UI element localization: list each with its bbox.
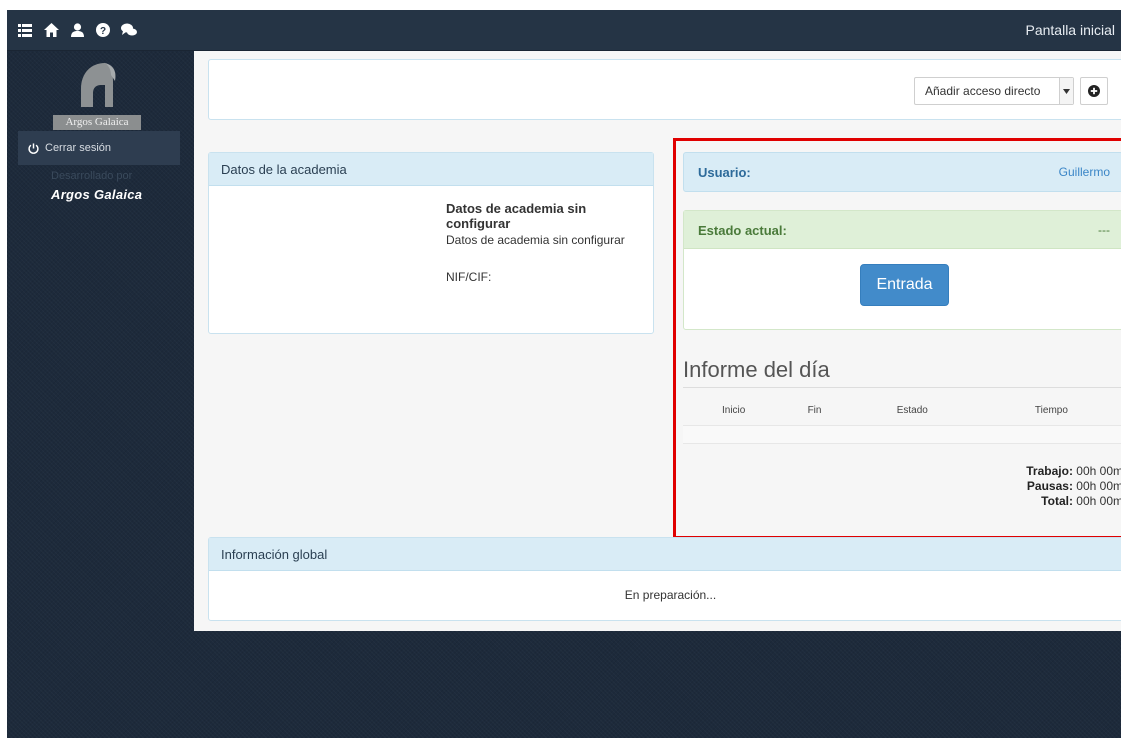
- power-icon: [28, 142, 39, 154]
- developer-name: Argos Galaica: [51, 187, 143, 202]
- pauses-value: 00h 00m: [1076, 479, 1121, 493]
- academy-nif: NIF/CIF:: [446, 270, 492, 284]
- work-value: 00h 00m: [1076, 464, 1121, 478]
- user-label: Usuario:: [698, 165, 751, 180]
- logout-button[interactable]: Cerrar sesión: [18, 131, 180, 165]
- pauses-label: Pausas:: [1026, 479, 1073, 493]
- report-column-tiempo: Tiempo: [979, 397, 1121, 426]
- logo-text: Argos Galaica: [53, 115, 141, 130]
- entry-button[interactable]: Entrada: [860, 264, 949, 306]
- state-label: Estado actual:: [698, 223, 787, 238]
- state-panel: Estado actual: --- Entrada: [683, 210, 1121, 330]
- page-title: Pantalla inicial: [1025, 22, 1116, 38]
- global-info-header: Información global: [209, 538, 1121, 571]
- table-row: [683, 425, 1121, 444]
- app-frame: ? Pantalla inicial Argos Galaica Cerrar …: [7, 10, 1121, 738]
- sidebar: Argos Galaica Cerrar sesión Desarrollado…: [7, 51, 194, 738]
- list-icon[interactable]: [17, 22, 33, 38]
- home-icon[interactable]: [43, 22, 59, 38]
- total-value: 00h 00m: [1076, 494, 1121, 508]
- work-label: Trabajo:: [1026, 464, 1073, 478]
- main-content: Añadir acceso directo Datos de la academ…: [194, 51, 1121, 631]
- chat-icon[interactable]: [121, 22, 137, 38]
- report-column-inicio: Inicio: [683, 397, 785, 426]
- report-title: Informe del día: [683, 357, 1121, 388]
- state-value: ---: [1098, 223, 1110, 237]
- app-logo: Argos Galaica: [47, 61, 147, 131]
- global-info-body: En preparación...: [624, 588, 717, 602]
- report-table: Inicio Fin Estado Tiempo: [683, 397, 1121, 444]
- user-name[interactable]: Guillermo: [1059, 165, 1110, 179]
- grand-total: Total: 00h 00m: [1026, 494, 1121, 509]
- academy-subtitle: Datos de academia sin configurar: [446, 233, 625, 247]
- global-info-panel: Información global En preparación...: [208, 537, 1121, 621]
- user-panel: Usuario: Guillermo: [683, 152, 1121, 192]
- shortcut-select-value: Añadir acceso directo: [925, 84, 1041, 98]
- report-header-row: Inicio Fin Estado Tiempo: [683, 397, 1121, 426]
- developed-by-label: Desarrollado por: [51, 170, 133, 182]
- clock-in-area: Usuario: Guillermo Estado actual: --- En…: [669, 131, 1121, 536]
- add-shortcut-button[interactable]: [1080, 77, 1108, 105]
- spartan-helmet-icon: [81, 63, 116, 107]
- academy-panel-header: Datos de la academia: [209, 153, 653, 186]
- shortcut-select[interactable]: Añadir acceso directo: [914, 77, 1074, 105]
- state-header: Estado actual: ---: [684, 211, 1121, 249]
- academy-panel: Datos de la academia Datos de academia s…: [208, 152, 654, 334]
- report-column-estado: Estado: [844, 397, 980, 426]
- logout-label: Cerrar sesión: [45, 142, 112, 154]
- plus-circle-icon: [1088, 85, 1100, 97]
- total-label: Total:: [1041, 494, 1073, 508]
- svg-text:?: ?: [100, 26, 106, 37]
- work-total: Trabajo: 00h 00m: [1026, 464, 1121, 479]
- report-totals: Trabajo: 00h 00m Pausas: 00h 00m Total: …: [1026, 464, 1121, 509]
- top-navbar: ? Pantalla inicial: [7, 10, 1121, 51]
- academy-info: Datos de academia sin configurar Datos d…: [446, 201, 636, 284]
- help-icon[interactable]: ?: [95, 22, 111, 38]
- chevron-down-icon: [1059, 78, 1073, 104]
- academy-name: Datos de academia sin configurar: [446, 201, 587, 231]
- pauses-total: Pausas: 00h 00m: [1026, 479, 1121, 494]
- shortcut-panel: Añadir acceso directo: [208, 59, 1121, 120]
- user-icon[interactable]: [69, 22, 85, 38]
- top-icon-bar: ?: [17, 22, 137, 38]
- report-column-fin: Fin: [784, 397, 845, 426]
